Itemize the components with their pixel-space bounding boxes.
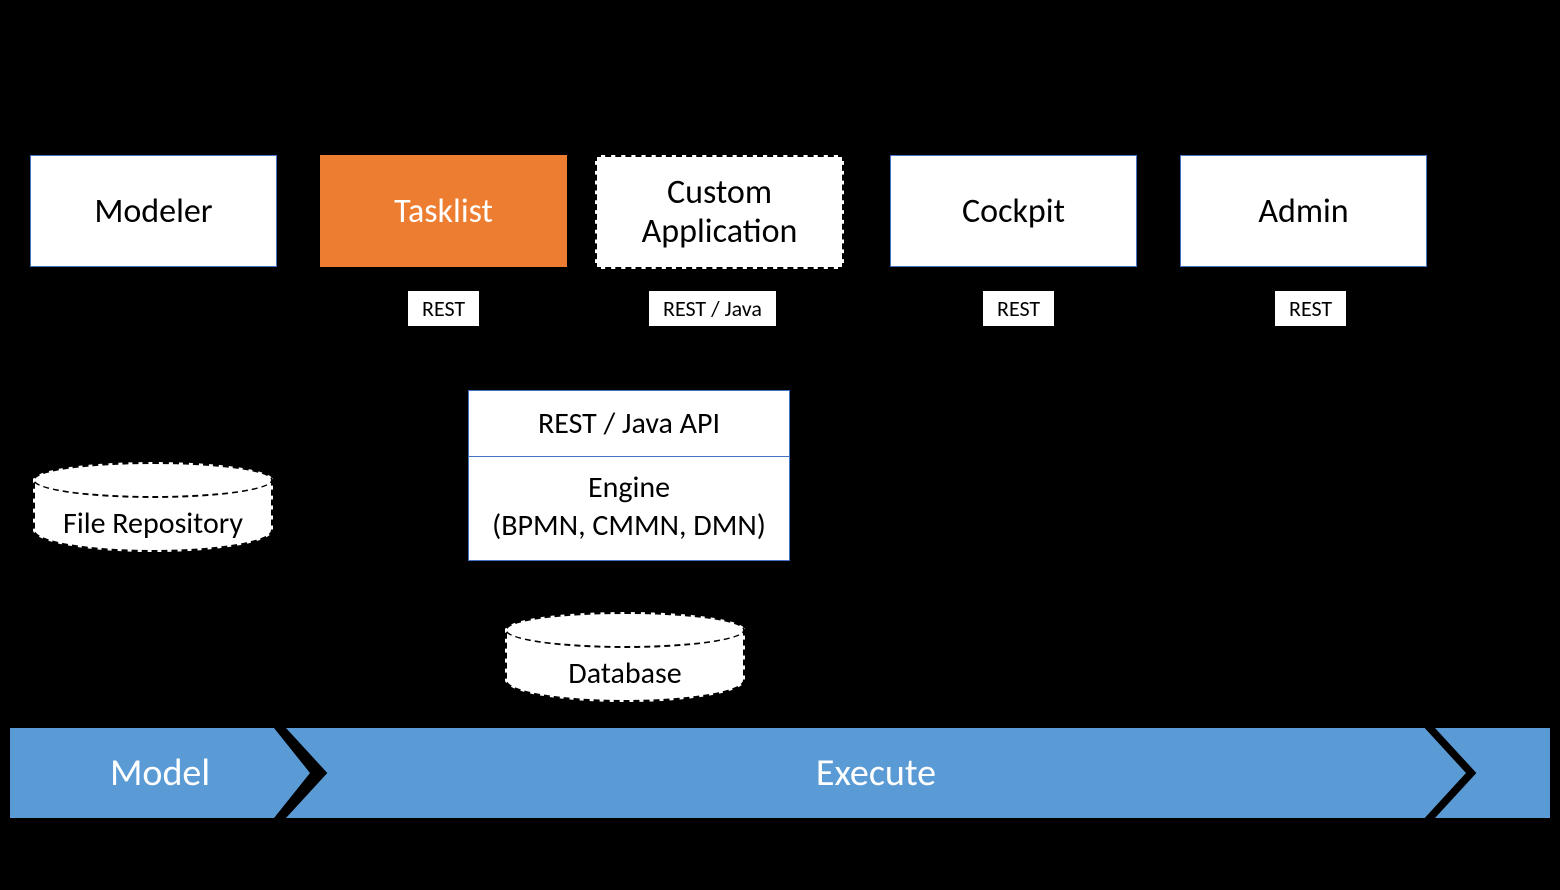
cylinder-database: Database xyxy=(505,628,745,702)
phase-execute: Execute xyxy=(286,728,1466,818)
box-cockpit-label: Cockpit xyxy=(962,191,1065,232)
box-modeler-label: Modeler xyxy=(94,191,212,232)
box-cockpit: Cockpit xyxy=(890,155,1137,267)
engine-box: REST / Java API Engine (BPMN, CMMN, DMN) xyxy=(468,390,790,561)
cylinder-file-repo-top xyxy=(33,462,273,498)
box-custom-application: Custom Application xyxy=(595,155,844,269)
engine-api-label: REST / Java API xyxy=(469,391,789,457)
phase-model-label: Model xyxy=(110,750,210,796)
cylinder-file-repo-label: File Repository xyxy=(63,505,243,542)
engine-title: Engine xyxy=(588,469,670,506)
cylinder-file-repository: File Repository xyxy=(33,478,273,552)
box-custom-application-label: Custom Application xyxy=(642,173,798,251)
tag-admin-rest: REST xyxy=(1274,290,1347,327)
box-tasklist-label: Tasklist xyxy=(394,191,493,232)
engine-subtitle: (BPMN, CMMN, DMN) xyxy=(492,507,766,544)
box-tasklist: Tasklist xyxy=(320,155,567,267)
box-admin: Admin xyxy=(1180,155,1427,267)
tag-tasklist-rest: REST xyxy=(407,290,480,327)
box-admin-label: Admin xyxy=(1258,191,1348,232)
tag-custom-app-rest: REST / Java xyxy=(648,290,777,327)
phase-model: Model xyxy=(10,728,310,818)
cylinder-database-top xyxy=(505,612,745,648)
engine-body: Engine (BPMN, CMMN, DMN) xyxy=(469,457,789,560)
tag-cockpit-rest: REST xyxy=(982,290,1055,327)
phase-execute-label: Execute xyxy=(816,750,936,796)
cylinder-database-label: Database xyxy=(568,655,681,692)
box-modeler: Modeler xyxy=(30,155,277,267)
